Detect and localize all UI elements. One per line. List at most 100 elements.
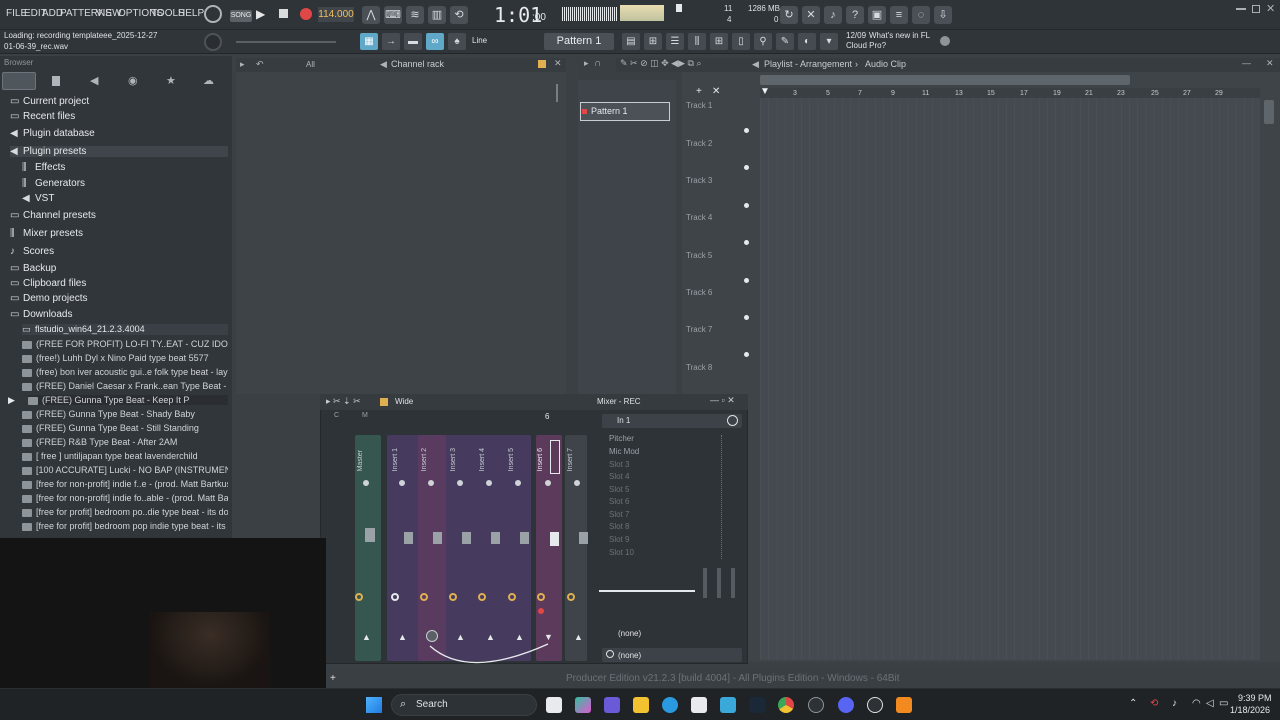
master-pan-knob[interactable] — [363, 480, 369, 486]
pitch-slider[interactable] — [676, 4, 682, 12]
browser-file-selected[interactable]: (FREE) Gunna Type Beat - Keep It P — [28, 395, 228, 405]
magnet-icon[interactable]: ∩ — [594, 58, 601, 69]
undo-history-icon[interactable]: ↻ — [780, 6, 798, 24]
mixer-window-buttons[interactable]: — ▫ ✕ — [710, 395, 735, 406]
menu-help[interactable]: HELP — [178, 8, 204, 19]
channel-rack-close-icon[interactable]: ✕ — [554, 58, 562, 69]
insert-7-stereo-icon[interactable] — [567, 593, 575, 601]
browser-item-flstudio-folder[interactable]: ▭ flstudio_win64_21.2.3.4004 — [22, 324, 228, 335]
track-mute-led[interactable] — [744, 128, 749, 133]
tray-chevron-icon[interactable]: ⌃ — [1129, 698, 1137, 709]
piano-roll-icon[interactable]: ⊞ — [644, 33, 662, 50]
browser-file[interactable]: [100 ACCURATE] Lucki - NO BAP (INSTRUMEN… — [22, 465, 228, 475]
browser-file[interactable]: (FREE) Gunna Type Beat - Still Standing — [22, 423, 228, 433]
track-header-6[interactable]: Track 6 — [686, 288, 712, 297]
browser-file[interactable]: (free!) Luhh Dyl x Nino Paid type beat 5… — [22, 353, 228, 363]
chat-icon[interactable]: ◌ — [912, 6, 930, 24]
footer-add-icon[interactable]: + — [330, 673, 336, 684]
mixer-output-1[interactable]: (none) — [618, 629, 641, 638]
fx-slot-7[interactable]: Slot 7 — [609, 510, 629, 519]
metronome-dial-icon[interactable] — [204, 5, 222, 23]
browser-item-plugin-database[interactable]: ◀ Plugin database — [10, 128, 95, 139]
save-icon[interactable]: ▣ — [868, 6, 886, 24]
insert-3-fader[interactable] — [462, 532, 471, 544]
project-info-icon[interactable]: ▾ — [820, 33, 838, 50]
playlist-add-icon[interactable]: + — [696, 86, 702, 97]
loop-record-icon[interactable]: ⟲ — [450, 6, 468, 24]
fx-slot-2[interactable]: Mic Mod — [609, 447, 639, 456]
fl-studio-icon[interactable] — [896, 697, 912, 713]
insert-7-pan-knob[interactable] — [574, 480, 580, 486]
record-icon[interactable] — [300, 8, 312, 20]
insert-2-pan-knob[interactable] — [428, 480, 434, 486]
browser-projects-icon[interactable]: ◉ — [128, 74, 138, 87]
track-header-8[interactable]: Track 8 — [686, 363, 712, 372]
track-header-3[interactable]: Track 3 — [686, 176, 712, 185]
insert-6-pan-knob[interactable] — [545, 480, 551, 486]
arrow-icon[interactable]: → — [382, 33, 400, 50]
track-mute-led[interactable] — [744, 240, 749, 245]
browser-file[interactable]: (FREE) Gunna Type Beat - Shady Baby — [22, 409, 228, 419]
news-settings-icon[interactable] — [940, 36, 950, 46]
news-line2[interactable]: Cloud Pro? — [846, 41, 886, 50]
insert-2-stereo-icon[interactable] — [420, 593, 428, 601]
browser-file[interactable]: [free for non-profit] indie f..e - (prod… — [22, 479, 228, 489]
browser-item-mixer-presets[interactable]: ⫼ Mixer presets — [10, 228, 83, 239]
stamp-icon[interactable]: ♠ — [448, 33, 466, 50]
track-header-7[interactable]: Track 7 — [686, 325, 712, 334]
insert-7-route-icon[interactable]: ▲ — [574, 632, 583, 642]
mixer-latency-icon[interactable] — [727, 415, 738, 426]
channel-rack-arrow-icon[interactable]: ◀ — [380, 59, 387, 70]
track-header-4[interactable]: Track 4 — [686, 213, 712, 222]
insert-1-pan-knob[interactable] — [399, 480, 405, 486]
mixer-output-2[interactable]: (none) — [618, 651, 641, 660]
track-mute-led[interactable] — [744, 165, 749, 170]
snap-mode-select[interactable]: Line — [472, 36, 487, 45]
playlist-close-icon[interactable]: ✕ — [1266, 58, 1274, 69]
track-mute-led[interactable] — [744, 278, 749, 283]
file-play-icon[interactable]: ▶ — [8, 395, 15, 406]
playlist-close-track-icon[interactable]: ✕ — [712, 86, 720, 97]
track-mute-led[interactable] — [744, 315, 749, 320]
master-volume-meter[interactable] — [620, 5, 664, 21]
fx-slot-4[interactable]: Slot 4 — [609, 472, 629, 481]
eq-band-slider-low[interactable] — [703, 568, 707, 598]
volume-icon[interactable]: ◁ — [1206, 698, 1214, 709]
main-volume-slider[interactable] — [236, 41, 336, 43]
browser-file[interactable]: [free for profit] bedroom pop indie type… — [22, 521, 228, 531]
browser-favorites-icon[interactable]: ★ — [166, 74, 176, 87]
insert-1-route-icon[interactable]: ▲ — [398, 632, 407, 642]
master-route-icon[interactable]: ▲ — [362, 632, 371, 642]
browser-item-clipboard-files[interactable]: ▭ Clipboard files — [10, 278, 86, 289]
playhead-marker-icon[interactable]: ▼ — [760, 86, 770, 97]
browser-item-scores[interactable]: ♪ Scores — [10, 246, 54, 257]
browser-file[interactable]: (FREE) Daniel Caesar x Frank..ean Type B… — [22, 381, 228, 391]
pattern-list-item[interactable]: Pattern 1 — [580, 102, 670, 121]
insert-5-pan-knob[interactable] — [515, 480, 521, 486]
insert-6-stereo-icon[interactable] — [537, 593, 545, 601]
touch-keyboard-icon[interactable]: ✎ — [776, 33, 794, 50]
browser-item-generators[interactable]: ⫼ Generators — [22, 178, 85, 189]
channel-rack-scrollbar[interactable] — [556, 84, 558, 102]
teams-icon[interactable] — [604, 697, 620, 713]
media-player-icon[interactable] — [867, 697, 883, 713]
browser-file[interactable]: (free) bon iver acoustic gui..e folk typ… — [22, 367, 228, 377]
windows-start-icon[interactable] — [366, 697, 382, 713]
typing-keyboard-icon[interactable]: ⌨ — [384, 6, 402, 24]
download-icon[interactable]: ⇩ — [934, 6, 952, 24]
fx-slot-5[interactable]: Slot 5 — [609, 485, 629, 494]
browser-item-demo-projects[interactable]: ▭ Demo projects — [10, 293, 87, 304]
browser-file[interactable]: [free for non-profit] indie fo..able - (… — [22, 493, 228, 503]
taskbar-search-label[interactable]: Search — [416, 699, 448, 710]
insert-4-stereo-icon[interactable] — [478, 593, 486, 601]
browser-view-icon[interactable]: ▯ — [732, 33, 750, 50]
clock-time[interactable]: 9:39 PM — [1238, 693, 1272, 703]
mixer-tool-icons[interactable]: ▸ ✂ ⇣ ✂ — [326, 396, 361, 407]
stop-icon[interactable] — [279, 9, 288, 18]
insert-4-pan-knob[interactable] — [486, 480, 492, 486]
song-mode-toggle[interactable]: SONG — [230, 10, 252, 22]
browser-plugins-icon[interactable]: ◀ — [90, 74, 98, 87]
minimize-icon[interactable] — [1236, 8, 1246, 10]
wave-icon[interactable]: ◐ — [798, 33, 816, 50]
insert-3-pan-knob[interactable] — [457, 480, 463, 486]
